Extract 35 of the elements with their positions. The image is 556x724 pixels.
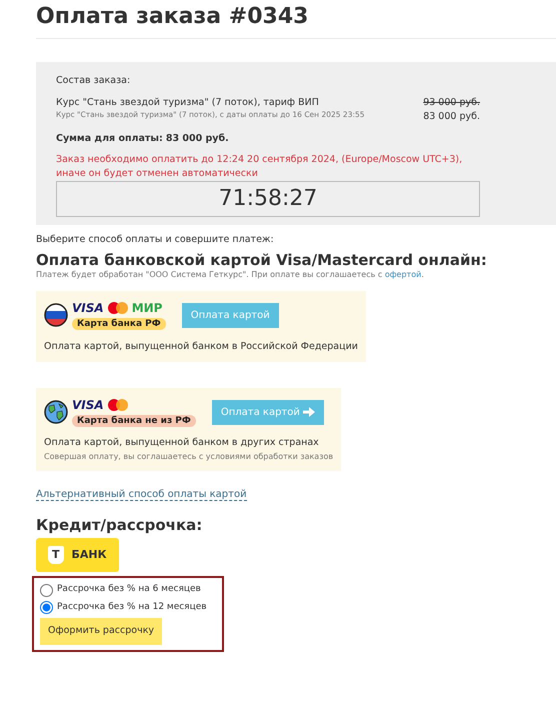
instruction-text: Выберите способ оплаты и совершите платеж: xyxy=(36,232,275,247)
installment-option[interactable]: Рассрочка без % на 6 месяцев xyxy=(40,583,216,597)
mastercard-icon xyxy=(108,302,128,314)
course-name: Курс "Стань звездой туризма" (7 поток), тариф ВИП xyxy=(56,96,320,110)
installment-option[interactable]: Рассрочка без % на 12 месяцев xyxy=(40,600,216,614)
price: 83 000 руб. xyxy=(423,110,480,124)
order-heading: Состав заказа: xyxy=(56,74,132,88)
page-title: Оплата заказа #0343 xyxy=(36,0,556,40)
deadline-text: иначе он будет отменен автоматически xyxy=(56,167,259,181)
section-heading: Оплата банковской картой Visa/Mastercard онлайн: xyxy=(36,251,488,270)
mastercard-icon xyxy=(108,398,128,411)
flag-icon xyxy=(44,303,68,328)
bank-name: БАНК xyxy=(72,546,107,563)
card-tag: Карта банка РФ xyxy=(72,318,166,330)
installment-button[interactable]: Оформить рассрочку xyxy=(40,618,162,645)
alternative-payment-link[interactable]: Альтернативный способ оплаты картой xyxy=(36,488,247,501)
brand-logo: VISA xyxy=(72,300,104,318)
bank-letter: Т xyxy=(48,546,64,564)
globe-icon xyxy=(44,400,68,424)
countdown-timer: 71:58:27 xyxy=(56,180,480,217)
arrow-right-icon xyxy=(302,406,315,417)
total-amount: Сумма для оплаты: 83 000 руб. xyxy=(56,132,230,146)
old-price: 93 000 руб. xyxy=(423,96,480,110)
section-heading: Кредит/рассрочка: xyxy=(36,516,204,534)
card-tag: Карта банка не из РФ xyxy=(72,414,196,427)
terms-note: Совершая оплату, вы соглашаетесь с условиями обработки заказов xyxy=(44,450,334,463)
brand-logo: VISA xyxy=(72,396,104,414)
processing-note: Платеж будет обработан "ООО Система Геткурс". При оплате вы соглашаетесь с офертой. xyxy=(36,269,425,282)
option-description: Оплата картой, выпущенной банком в других странах xyxy=(44,436,320,450)
radio-button[interactable] xyxy=(40,601,53,614)
radio-button[interactable] xyxy=(40,584,53,597)
brand-logo: МИР xyxy=(132,300,162,318)
deadline-text: Заказ необходимо оплатить до 12:24 20 сентября 2024, (Europe/Moscow UTC+3), xyxy=(56,153,464,168)
offer-link[interactable]: офертой xyxy=(384,270,422,280)
option-description: Оплата картой, выпущенной банком в Российской Федерации xyxy=(44,340,358,354)
